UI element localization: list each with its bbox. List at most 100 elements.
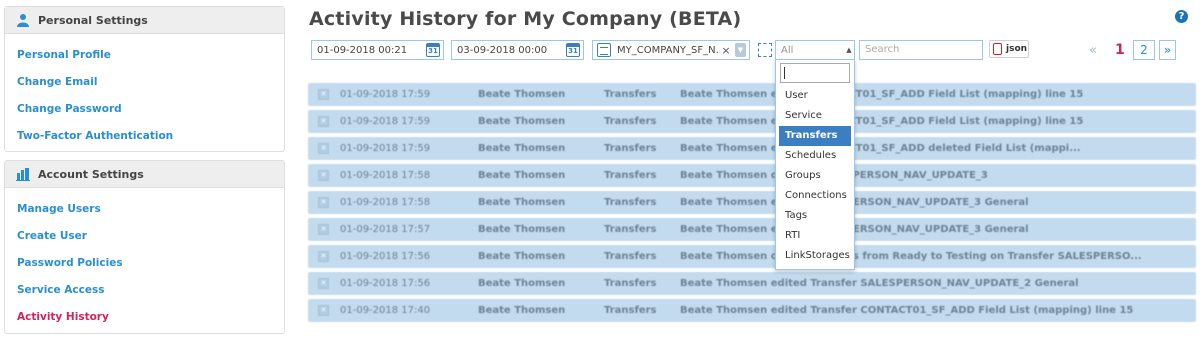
select-all-icon[interactable] bbox=[757, 40, 773, 60]
type-dropdown: User Service Transfers Schedules Groups Conne… bbox=[775, 59, 855, 270]
app: Personal Settings Personal Profile Chang… bbox=[0, 0, 1200, 343]
from-date-field[interactable]: 01-09-2018 00:21 31 bbox=[311, 40, 444, 60]
calendar-icon[interactable]: 31 bbox=[426, 43, 440, 57]
personal-settings-panel: Personal Settings Personal Profile Chang… bbox=[4, 6, 285, 152]
nav-personal-profile[interactable]: Personal Profile bbox=[5, 42, 284, 69]
sidebar: Personal Settings Personal Profile Chang… bbox=[4, 6, 285, 342]
dropdown-option-service[interactable]: Service bbox=[779, 106, 851, 126]
row-description: Beate Thomsen edited CONTACT01_SF_ADD Fi… bbox=[680, 89, 1084, 100]
nav-create-user[interactable]: Create User bbox=[5, 223, 284, 250]
dropdown-option-schedules[interactable]: Schedules bbox=[779, 146, 851, 166]
expand-icon[interactable]: ✕ bbox=[318, 170, 329, 181]
clear-icon[interactable]: × bbox=[720, 44, 732, 57]
company-select-value: MY_COMPANY_SF_N... bbox=[617, 44, 720, 56]
nav-password-policies[interactable]: Password Policies bbox=[5, 250, 284, 277]
expand-icon[interactable]: ✕ bbox=[318, 224, 329, 235]
to-date-field[interactable]: 03-09-2018 00:00 31 bbox=[451, 40, 584, 60]
row-user: Beate Thomsen bbox=[478, 224, 566, 235]
expand-icon[interactable]: ✕ bbox=[318, 89, 329, 100]
expand-icon[interactable]: ✕ bbox=[318, 278, 329, 289]
table-row[interactable]: ✕ 01-09-2018 17:40 Beate Thomsen Transfers B… bbox=[308, 299, 1196, 322]
personal-settings-list: Personal Profile Change Email Change Pas… bbox=[5, 34, 284, 156]
row-type: Transfers bbox=[604, 224, 657, 235]
account-settings-title: Account Settings bbox=[38, 167, 144, 181]
nav-manage-users[interactable]: Manage Users bbox=[5, 196, 284, 223]
row-description: Beate Thomsen edited CONTACT01_SF_ADD de… bbox=[680, 143, 1081, 154]
table-row[interactable]: ✕ 01-09-2018 17:58 Beate Thomsen Transfers B… bbox=[308, 191, 1196, 214]
json-button[interactable]: json bbox=[989, 40, 1029, 58]
personal-settings-header: Personal Settings bbox=[5, 7, 284, 34]
pagination-next[interactable]: » bbox=[1159, 40, 1176, 60]
row-user: Beate Thomsen bbox=[478, 278, 566, 289]
row-type: Transfers bbox=[604, 197, 657, 208]
nav-activity-history[interactable]: Activity History bbox=[5, 304, 284, 331]
nav-service-access[interactable]: Service Access bbox=[5, 277, 284, 304]
building-icon bbox=[16, 168, 30, 181]
nav-two-factor-authentication[interactable]: Two-Factor Authentication bbox=[5, 123, 284, 150]
expand-icon[interactable]: ✕ bbox=[318, 251, 329, 262]
search-input[interactable]: Search bbox=[859, 40, 983, 60]
from-date-value: 01-09-2018 00:21 bbox=[317, 44, 408, 56]
row-date: 01-09-2018 17:59 bbox=[340, 116, 431, 127]
row-type: Transfers bbox=[604, 170, 657, 181]
table-row[interactable]: ✕ 01-09-2018 17:56 Beate Thomsen Transfers B… bbox=[308, 272, 1196, 295]
pagination-current: 1 bbox=[1115, 42, 1125, 58]
row-description: Beate Thomsen edited Transfer CONTACT01_… bbox=[680, 305, 1134, 316]
table-row[interactable]: ✕ 01-09-2018 17:56 Beate Thomsen Transfers B… bbox=[308, 245, 1196, 268]
dropdown-option-user[interactable]: User bbox=[779, 86, 851, 106]
row-date: 01-09-2018 17:59 bbox=[340, 143, 431, 154]
chevron-down-icon[interactable]: ▼ bbox=[735, 43, 746, 57]
page-title: Activity History for My Company (BETA) bbox=[309, 8, 742, 30]
row-user: Beate Thomsen bbox=[478, 197, 566, 208]
account-settings-header: Account Settings bbox=[5, 161, 284, 188]
nav-change-password[interactable]: Change Password bbox=[5, 96, 284, 123]
expand-icon[interactable]: ✕ bbox=[318, 143, 329, 154]
company-select[interactable]: MY_COMPANY_SF_N... × ▼ bbox=[592, 40, 750, 60]
pagination-prev[interactable]: « bbox=[1089, 40, 1097, 60]
account-settings-list: Manage Users Create User Password Polici… bbox=[5, 188, 284, 337]
expand-icon[interactable]: ✕ bbox=[318, 197, 329, 208]
dropdown-option-connections[interactable]: Connections bbox=[779, 186, 851, 206]
file-icon bbox=[993, 43, 1002, 55]
account-settings-panel: Account Settings Manage Users Create Use… bbox=[4, 160, 285, 334]
list-icon bbox=[597, 43, 611, 57]
row-user: Beate Thomsen bbox=[478, 305, 566, 316]
user-icon bbox=[17, 14, 29, 27]
dropdown-option-tags[interactable]: Tags bbox=[779, 206, 851, 226]
expand-icon[interactable]: ✕ bbox=[318, 305, 329, 316]
dropdown-option-transfers[interactable]: Transfers bbox=[779, 126, 851, 146]
row-description: Beate Thomsen changed Status from Ready … bbox=[680, 251, 1142, 262]
table-row[interactable]: ✕ 01-09-2018 17:59 Beate Thomsen Transfers B… bbox=[308, 83, 1196, 106]
row-type: Transfers bbox=[604, 143, 657, 154]
nav-change-email[interactable]: Change Email bbox=[5, 69, 284, 96]
dropdown-option-groups[interactable]: Groups bbox=[779, 166, 851, 186]
table-row[interactable]: ✕ 01-09-2018 17:59 Beate Thomsen Transfers B… bbox=[308, 137, 1196, 160]
calendar-icon[interactable]: 31 bbox=[566, 43, 580, 57]
pagination-page-2[interactable]: 2 bbox=[1133, 40, 1155, 60]
dropdown-search-input[interactable] bbox=[780, 63, 850, 83]
personal-settings-title: Personal Settings bbox=[38, 13, 148, 27]
type-select-value: All bbox=[781, 44, 794, 56]
type-select[interactable]: All ▲ bbox=[775, 40, 855, 60]
table-row[interactable]: ✕ 01-09-2018 17:59 Beate Thomsen Transfers B… bbox=[308, 110, 1196, 133]
dropdown-option-linkstorages[interactable]: LinkStorages bbox=[779, 246, 851, 266]
row-date: 01-09-2018 17:57 bbox=[340, 224, 431, 235]
expand-icon[interactable]: ✕ bbox=[318, 116, 329, 127]
row-description: Beate Thomsen edited Transfer SALESPERSO… bbox=[680, 278, 1079, 289]
row-user: Beate Thomsen bbox=[478, 170, 566, 181]
row-date: 01-09-2018 17:40 bbox=[340, 305, 431, 316]
row-date: 01-09-2018 17:59 bbox=[340, 89, 431, 100]
help-icon[interactable]: ? bbox=[1175, 10, 1188, 23]
dropdown-option-rti[interactable]: RTI bbox=[779, 226, 851, 246]
table-row[interactable]: ✕ 01-09-2018 17:57 Beate Thomsen Transfers B… bbox=[308, 218, 1196, 241]
to-date-value: 03-09-2018 00:00 bbox=[457, 44, 548, 56]
row-user: Beate Thomsen bbox=[478, 143, 566, 154]
chevron-up-icon[interactable]: ▲ bbox=[844, 46, 854, 54]
row-type: Transfers bbox=[604, 116, 657, 127]
table-row[interactable]: ✕ 01-09-2018 17:58 Beate Thomsen Transfers B… bbox=[308, 164, 1196, 187]
row-date: 01-09-2018 17:56 bbox=[340, 278, 431, 289]
row-type: Transfers bbox=[604, 305, 657, 316]
row-date: 01-09-2018 17:58 bbox=[340, 197, 431, 208]
row-description: Beate Thomsen edited CONTACT01_SF_ADD Fi… bbox=[680, 116, 1084, 127]
text-cursor bbox=[784, 67, 785, 79]
